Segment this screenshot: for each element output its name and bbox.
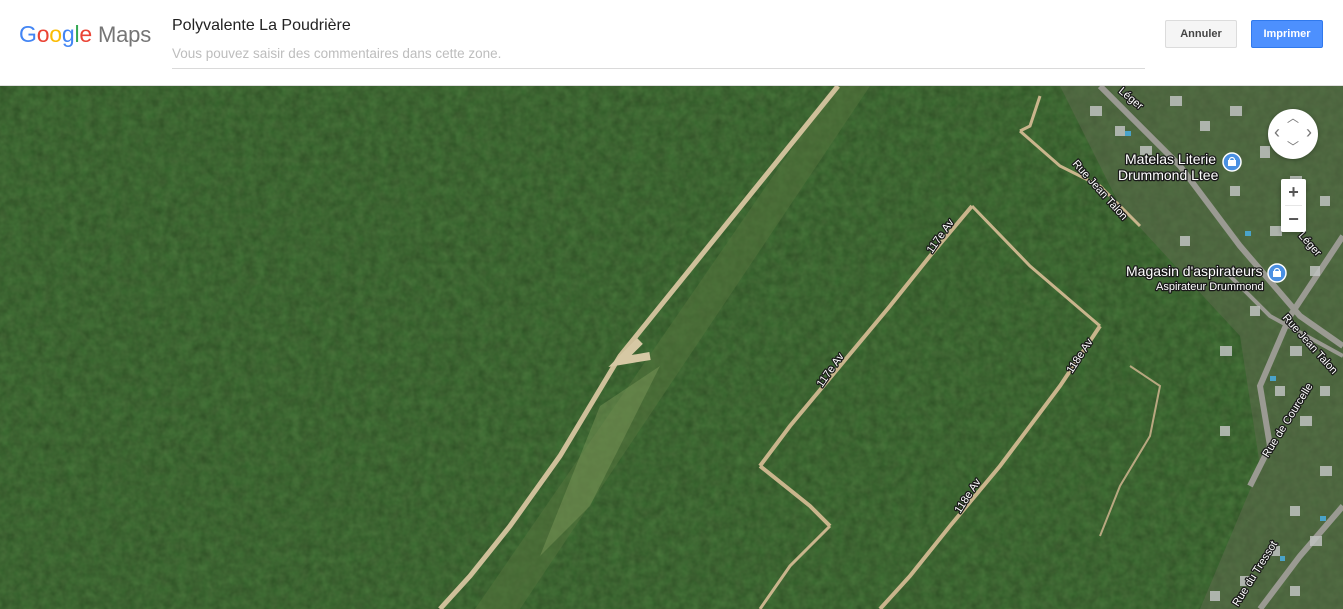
google-maps-logo: Google Maps [19, 20, 151, 49]
poi-label-magasin[interactable]: Magasin d'aspirateurs [1125, 262, 1264, 281]
rotate-down-icon[interactable]: ﹀ [1287, 141, 1299, 153]
poi-label-matelas-line1[interactable]: Matelas Literie [1124, 150, 1218, 169]
logo-letter: o [49, 21, 62, 47]
poi-label-magasin-sub[interactable]: Aspirateur Drummond [1155, 280, 1265, 295]
rotate-right-icon[interactable]: › [1306, 123, 1312, 141]
logo-letter: e [79, 21, 92, 47]
rotate-left-icon[interactable]: ‹ [1274, 123, 1280, 141]
logo-letter: G [19, 21, 37, 47]
shopping-bag-icon[interactable] [1267, 263, 1287, 283]
satellite-map[interactable]: 117e Av 117e Av 118e Av 118e Av Rue Jean… [0, 86, 1343, 609]
rotate-control[interactable]: ︿ ﹀ ‹ › [1268, 109, 1318, 159]
page-title: Polyvalente La Poudrière [172, 17, 351, 34]
comment-input[interactable] [172, 44, 1145, 69]
print-header: GoogleMaps Polyvalente La Poudrière Annu… [0, 0, 1343, 86]
poi-label-matelas-line2[interactable]: Drummond Ltee [1117, 166, 1220, 185]
logo-letter: g [61, 21, 75, 47]
rotate-up-icon[interactable]: ︿ [1287, 112, 1299, 124]
logo-maps-text: Maps [98, 22, 151, 47]
print-button[interactable]: Imprimer [1251, 20, 1323, 48]
zoom-control: + − [1281, 179, 1306, 232]
shopping-bag-icon[interactable] [1222, 152, 1242, 172]
zoom-in-button[interactable]: + [1281, 179, 1306, 205]
logo-letter: o [36, 21, 50, 47]
zoom-out-button[interactable]: − [1281, 206, 1306, 232]
map-canvas: 117e Av 117e Av 118e Av 118e Av Rue Jean… [0, 86, 1343, 609]
cancel-button[interactable]: Annuler [1165, 20, 1237, 48]
